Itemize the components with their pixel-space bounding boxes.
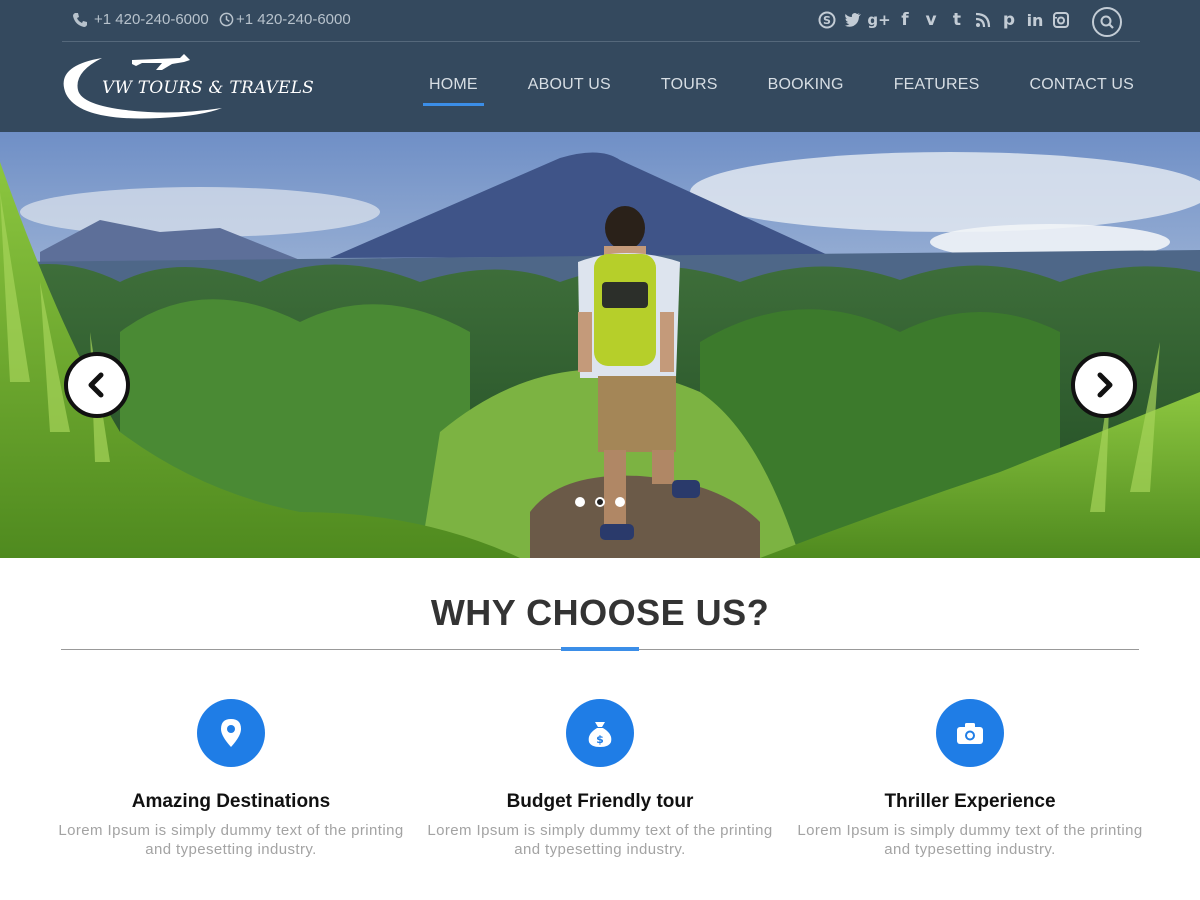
top-bar: +1 420-240-6000 +1 420-240-6000 S g+ f v…	[62, 0, 1140, 42]
money-bag-icon: $	[566, 699, 634, 767]
hours-text: +1 420-240-6000	[236, 11, 351, 28]
feature-title: Amazing Destinations	[131, 791, 331, 812]
pinterest-icon[interactable]: p	[996, 9, 1022, 31]
facebook-icon[interactable]: f	[892, 9, 918, 31]
linkedin-icon[interactable]: in	[1022, 9, 1048, 31]
site-header: +1 420-240-6000 +1 420-240-6000 S g+ f v…	[0, 0, 1200, 132]
section-divider-accent	[561, 647, 639, 651]
rss-icon[interactable]	[970, 9, 996, 31]
svg-text:S: S	[823, 14, 831, 27]
slider-next-button[interactable]	[1071, 352, 1137, 418]
nav-tours[interactable]: TOURS	[661, 76, 718, 106]
hours-contact: +1 420-240-6000	[219, 11, 351, 28]
chevron-right-icon	[1097, 372, 1113, 398]
feature-amazing-destinations: Amazing Destinations Lorem Ipsum is simp…	[46, 699, 416, 859]
clock-icon	[219, 12, 234, 27]
camera-icon	[936, 699, 1004, 767]
instagram-icon[interactable]	[1048, 9, 1074, 31]
vimeo-icon[interactable]: v	[918, 9, 944, 31]
main-nav: HOME ABOUT US TOURS BOOKING FEATURES CON…	[379, 76, 1134, 106]
hero-image	[0, 132, 1200, 558]
feature-text: Lorem Ipsum is simply dummy text of the …	[797, 822, 1143, 858]
social-links: S g+ f v t p in	[814, 9, 1074, 31]
map-pin-icon	[197, 699, 265, 767]
chevron-left-icon	[88, 372, 104, 398]
feature-text: Lorem Ipsum is simply dummy text of the …	[427, 822, 773, 858]
twitter-icon[interactable]	[840, 9, 866, 31]
hero-slider	[0, 132, 1200, 558]
svg-text:$: $	[596, 733, 604, 746]
google-plus-icon[interactable]: g+	[866, 9, 892, 31]
tumblr-icon[interactable]: t	[944, 9, 970, 31]
feature-thriller-experience: Thriller Experience Lorem Ipsum is simpl…	[785, 699, 1155, 859]
site-logo[interactable]: VW TOURS & TRAVELS	[62, 50, 314, 122]
slider-dot-2[interactable]	[595, 497, 605, 507]
slider-prev-button[interactable]	[64, 352, 130, 418]
feature-title: Thriller Experience	[884, 791, 1056, 812]
phone-contact[interactable]: +1 420-240-6000	[72, 11, 209, 28]
search-button[interactable]	[1092, 7, 1122, 37]
logo-text: VW TOURS & TRAVELS	[102, 78, 314, 98]
nav-home[interactable]: HOME	[422, 76, 484, 106]
phone-number: +1 420-240-6000	[94, 11, 209, 28]
feature-budget-friendly: $ Budget Friendly tour Lorem Ipsum is si…	[415, 699, 785, 859]
feature-title: Budget Friendly tour	[506, 791, 694, 812]
nav-contact-us[interactable]: CONTACT US	[1029, 76, 1134, 106]
nav-booking[interactable]: BOOKING	[768, 76, 844, 106]
slider-dot-1[interactable]	[575, 497, 585, 507]
slider-dot-3[interactable]	[615, 497, 625, 507]
section-title: WHY CHOOSE US?	[430, 592, 770, 633]
search-icon	[1100, 15, 1114, 29]
nav-features[interactable]: FEATURES	[894, 76, 980, 106]
nav-about-us[interactable]: ABOUT US	[528, 76, 611, 106]
skype-icon[interactable]: S	[814, 9, 840, 31]
feature-text: Lorem Ipsum is simply dummy text of the …	[58, 822, 404, 858]
slider-dots	[575, 497, 635, 507]
phone-icon	[73, 12, 87, 27]
